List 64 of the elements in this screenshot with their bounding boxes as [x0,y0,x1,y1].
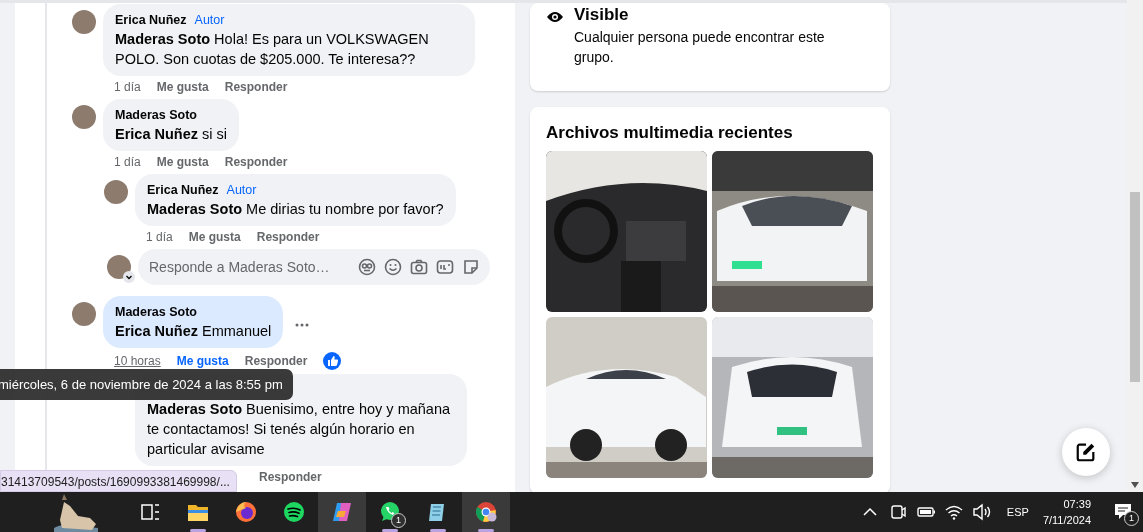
comment-text: Erica Nuñez si si [115,125,227,144]
scroll-down-arrow-icon[interactable] [1131,482,1139,488]
avatar[interactable] [72,105,96,129]
new-post-button[interactable] [1062,428,1110,476]
firefox-icon [235,501,257,523]
timestamp-link[interactable]: 1 día [114,155,141,170]
privacy-title: Visible [574,5,630,25]
keyboard-language[interactable]: ESP [1006,506,1029,518]
clock[interactable]: 07:39 7/11/2024 [1042,496,1091,528]
edit-icon [1075,441,1097,463]
task-view-icon [139,501,161,523]
like-link[interactable]: Me gusta [156,155,209,170]
tray-button[interactable] [970,501,993,523]
timestamp-link[interactable]: 10 horas [114,353,161,369]
photo-placeholder[interactable] [712,317,873,478]
avatar[interactable] [72,10,96,34]
spotify-icon [283,501,305,523]
chevron-icon [123,271,135,283]
privacy-description: Cualquier persona puede encontrar este grupo. [574,28,826,67]
notification-badge: 1 [391,513,406,528]
timestamp-link[interactable]: 1 día [114,80,141,95]
reply-link[interactable]: Responder [259,470,322,485]
author-name[interactable]: Maderas Soto [115,107,197,123]
notification-badge: 1 [1124,511,1139,526]
sticker-icon [462,258,480,276]
reply-link[interactable]: Responder [224,155,288,170]
more-icon [295,323,310,327]
emoji-icon [384,258,402,276]
camera-icon [410,258,428,276]
reply-link[interactable]: Responder [224,80,288,95]
author-name[interactable]: Erica Nuñez [147,182,219,198]
author-name[interactable]: Erica Nuñez [115,12,187,28]
like-link[interactable]: Me gusta [188,230,241,245]
chrome-icon [475,501,497,523]
comment-text: Maderas Soto Hola! Es para un VOLKSWAGEN POLO. Son cuotas de $205.000. Te interesa?? [115,30,430,69]
scrollbar-track[interactable] [1127,0,1143,492]
avatar[interactable] [104,180,128,204]
avatar[interactable] [72,302,96,326]
taskbar-app-button[interactable] [318,492,366,532]
reply-composer[interactable]: Responde a Maderas Soto… [138,249,490,285]
like-link[interactable]: Me gusta [156,80,209,95]
copilot-icon [331,501,353,523]
scrollbar-thumb[interactable] [1130,192,1140,382]
photo-placeholder[interactable] [546,151,707,312]
comment-text: Erica Nuñez Emmanuel [115,322,272,341]
like-link[interactable]: Me gusta [176,353,229,369]
clock-time: 07:39 [1063,497,1091,512]
media-title: Archivos multimedia recientes [546,123,794,143]
reply-link[interactable]: Responder [244,353,308,369]
reply-link[interactable]: Responder [256,230,320,245]
speaker-icon [970,501,993,523]
comment-text: Maderas Soto Me dirias tu nombre por favor? [147,200,444,219]
gif-icon [436,258,454,276]
clock-date: 7/11/2024 [1042,513,1091,528]
taskbar-app-button[interactable]: 1 [366,492,414,532]
photo-placeholder[interactable] [546,317,707,478]
link-url-tooltip: 31413709543/posts/1690993381469998/... [0,470,237,492]
reply-input-field[interactable]: Responde a Maderas Soto… [149,259,350,275]
avatar-sticker-icon [358,258,376,276]
comment-text: Maderas Soto Buenisimo, entre hoy y mañana te contactamos! Si tenés algún horario en particular avisame [147,400,452,459]
author-name[interactable]: Maderas Soto [115,304,197,320]
timestamp-link[interactable]: 1 día [146,230,173,245]
photo-placeholder[interactable] [712,151,873,312]
taskbar-app-button[interactable] [462,492,510,532]
